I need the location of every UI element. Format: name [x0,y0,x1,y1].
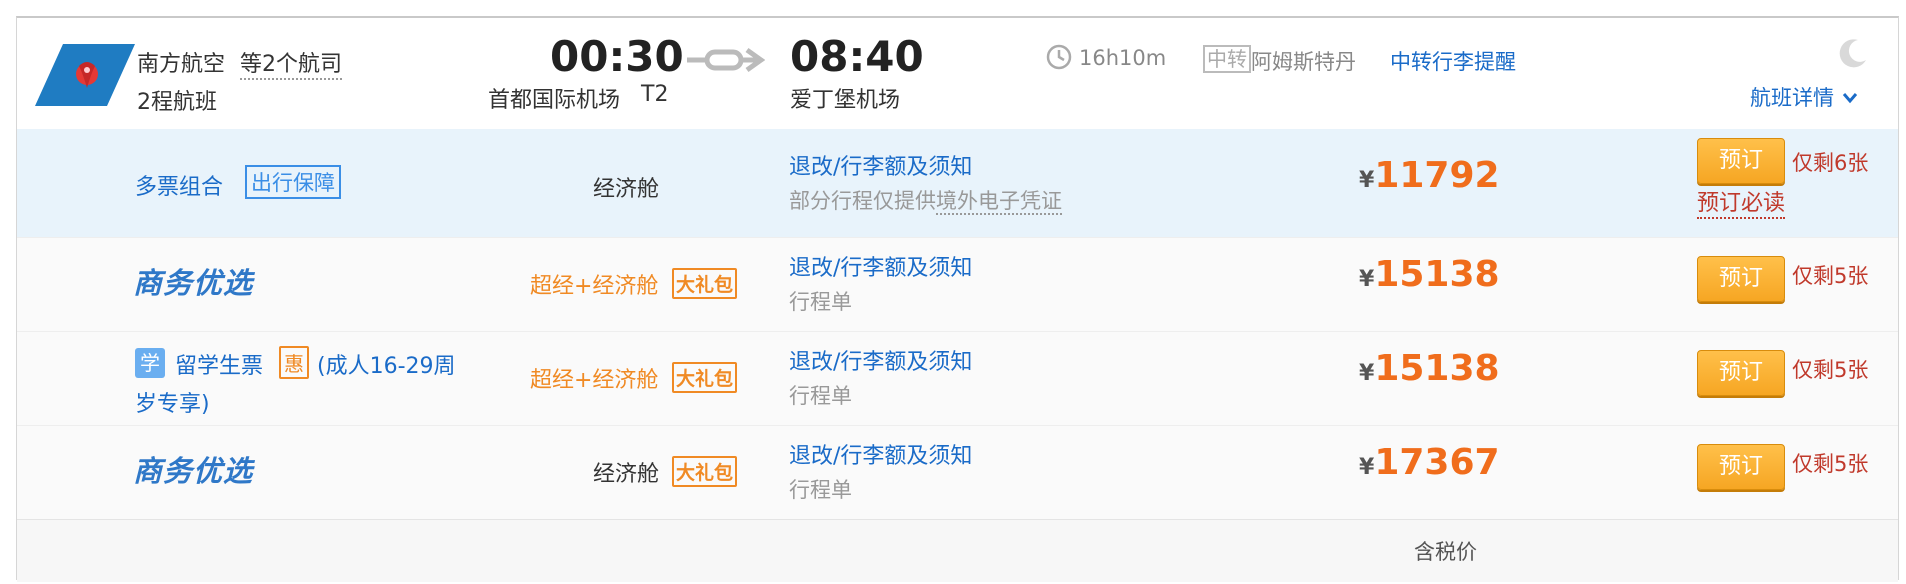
rules-link[interactable]: 退改/行李额及须知 [789,250,972,282]
travel-guarantee-tag[interactable]: 出行保障 [245,165,341,199]
remaining-seats: 仅剩6张 [1792,151,1869,175]
flight-details-label: 航班详情 [1750,86,1834,110]
rules-link[interactable]: 退改/行李额及须知 [789,149,972,181]
price: ¥11792 [1359,155,1500,196]
remaining-seats: 仅剩5张 [1792,264,1869,288]
ticket-note-detail[interactable]: 境外电子凭证 [936,189,1062,215]
gift-package-badge: 大礼包 [672,362,738,393]
depart-time: 00:30 [550,32,684,81]
book-button[interactable]: 预订 [1697,350,1785,396]
price: ¥15138 [1359,254,1500,295]
cabin-class: 经济舱 [593,462,660,487]
gift-package-badge: 大礼包 [672,456,738,487]
product-desc-line2: 岁专享) [135,392,210,417]
currency-symbol: ¥ [1359,267,1375,292]
flight-header: 南方航空 等2个航司 2程航班 00:30 首都国际机场 T2 08:40 爱丁… [17,18,1898,129]
price-value: 17367 [1374,442,1500,483]
transfer-city: 阿姆斯特丹 [1251,50,1356,74]
arrive-time: 08:40 [790,32,924,81]
book-button[interactable]: 预订 [1697,138,1785,184]
airline-name: 南方航空 [137,52,226,77]
chevron-down-icon [1842,93,1858,104]
business-select-logo: 商务优选 [133,266,254,300]
moon-icon [1839,39,1866,68]
book-button[interactable]: 预订 [1697,256,1785,302]
student-icon: 学 [135,348,165,378]
remaining-seats: 仅剩5张 [1792,452,1869,476]
depart-terminal: T2 [641,82,669,107]
arrive-airport: 爱丁堡机场 [790,88,901,113]
flight-card: 南方航空 等2个航司 2程航班 00:30 首都国际机场 T2 08:40 爱丁… [16,16,1899,582]
price-value: 11792 [1374,155,1500,196]
business-select-logo: 商务优选 [133,454,254,488]
cabin-class: 经济舱 [593,177,660,202]
currency-symbol: ¥ [1359,168,1375,193]
product-label: 留学生票 [175,354,264,379]
product-desc-line1: (成人16-29周 [317,354,456,379]
remaining-seats: 仅剩5张 [1792,358,1869,382]
currency-symbol: ¥ [1359,361,1375,386]
china-southern-logo-icon [35,44,135,106]
fare-row: 多票组合 出行保障 经济舱 退改/行李额及须知 部分行程仅提供境外电子凭证 ¥1… [17,129,1898,237]
fare-row: 商务优选 经济舱 大礼包 退改/行李额及须知 行程单 ¥17367 预订 仅剩5… [17,425,1898,519]
transfer-badge: 中转 [1203,45,1251,73]
currency-symbol: ¥ [1359,455,1375,480]
ticket-note: 部分行程仅提供境外电子凭证 [789,189,1062,215]
depart-airport: 首都国际机场 [488,88,621,113]
tax-included-note: 含税价 [1414,540,1477,564]
book-button[interactable]: 预订 [1697,444,1785,490]
flight-details-link[interactable]: 航班详情 [1750,82,1858,112]
must-read-link[interactable]: 预订必读 [1697,185,1786,219]
price: ¥15138 [1359,348,1500,389]
more-airlines-link[interactable]: 等2个航司 [240,46,342,80]
fare-row: 商务优选 超经+经济舱 大礼包 退改/行李额及须知 行程单 ¥15138 预订 … [17,237,1898,331]
discount-badge: 惠 [279,346,309,379]
product-label: 多票组合 [135,175,224,200]
baggage-notice-link[interactable]: 中转行李提醒 [1390,46,1516,76]
price-footer: 含税价 [17,519,1898,582]
flight-arrow-icon [687,47,765,73]
cabin-class: 超经+经济舱 [530,274,659,299]
ticket-note: 行程单 [789,478,852,502]
rules-link[interactable]: 退改/行李额及须知 [789,438,972,470]
ticket-note: 行程单 [789,384,852,408]
cabin-class: 超经+经济舱 [530,368,659,393]
duration: 16h10m [1079,46,1167,70]
rules-link[interactable]: 退改/行李额及须知 [789,344,972,376]
segments-label: 2程航班 [137,90,217,115]
ticket-note: 行程单 [789,290,852,314]
price: ¥17367 [1359,442,1500,483]
price-value: 15138 [1374,254,1500,295]
gift-package-badge: 大礼包 [672,268,738,299]
clock-icon [1046,44,1072,70]
fare-row: 学 留学生票 惠 (成人16-29周 岁专享) 超经+经济舱 大礼包 退改/行李… [17,331,1898,425]
price-value: 15138 [1374,348,1500,389]
